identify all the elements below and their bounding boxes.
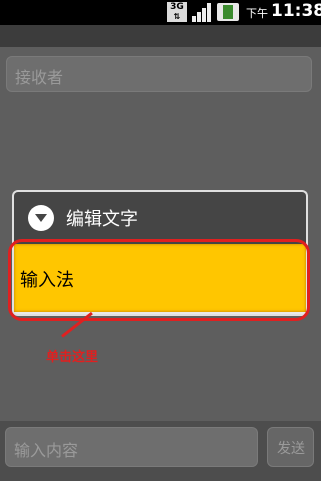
signal-icon xyxy=(192,3,211,22)
message-input[interactable]: 输入内容 xyxy=(5,427,258,467)
send-button[interactable]: 发送 xyxy=(267,427,314,467)
context-menu-header: 编辑文字 xyxy=(12,190,308,244)
status-bar: 3G ⇅ 下午 11:38 xyxy=(0,0,321,25)
send-button-label: 发送 xyxy=(277,441,305,457)
title-bar xyxy=(0,25,321,47)
context-menu-title: 编辑文字 xyxy=(66,209,138,230)
message-placeholder: 输入内容 xyxy=(14,441,79,460)
status-ampm: 下午 xyxy=(246,7,268,20)
battery-charging-icon xyxy=(217,3,239,21)
status-time: 11:38 xyxy=(271,1,321,21)
recipient-placeholder: 接收者 xyxy=(15,68,64,87)
3g-icon: 3G ⇅ xyxy=(167,2,187,22)
annotation-label: 单击这里 xyxy=(46,350,99,365)
annotation-highlight-box xyxy=(8,239,310,321)
recipient-field[interactable]: 接收者 xyxy=(6,56,312,92)
dropdown-arrow-icon xyxy=(28,205,54,231)
network-label: 3G xyxy=(170,2,184,12)
